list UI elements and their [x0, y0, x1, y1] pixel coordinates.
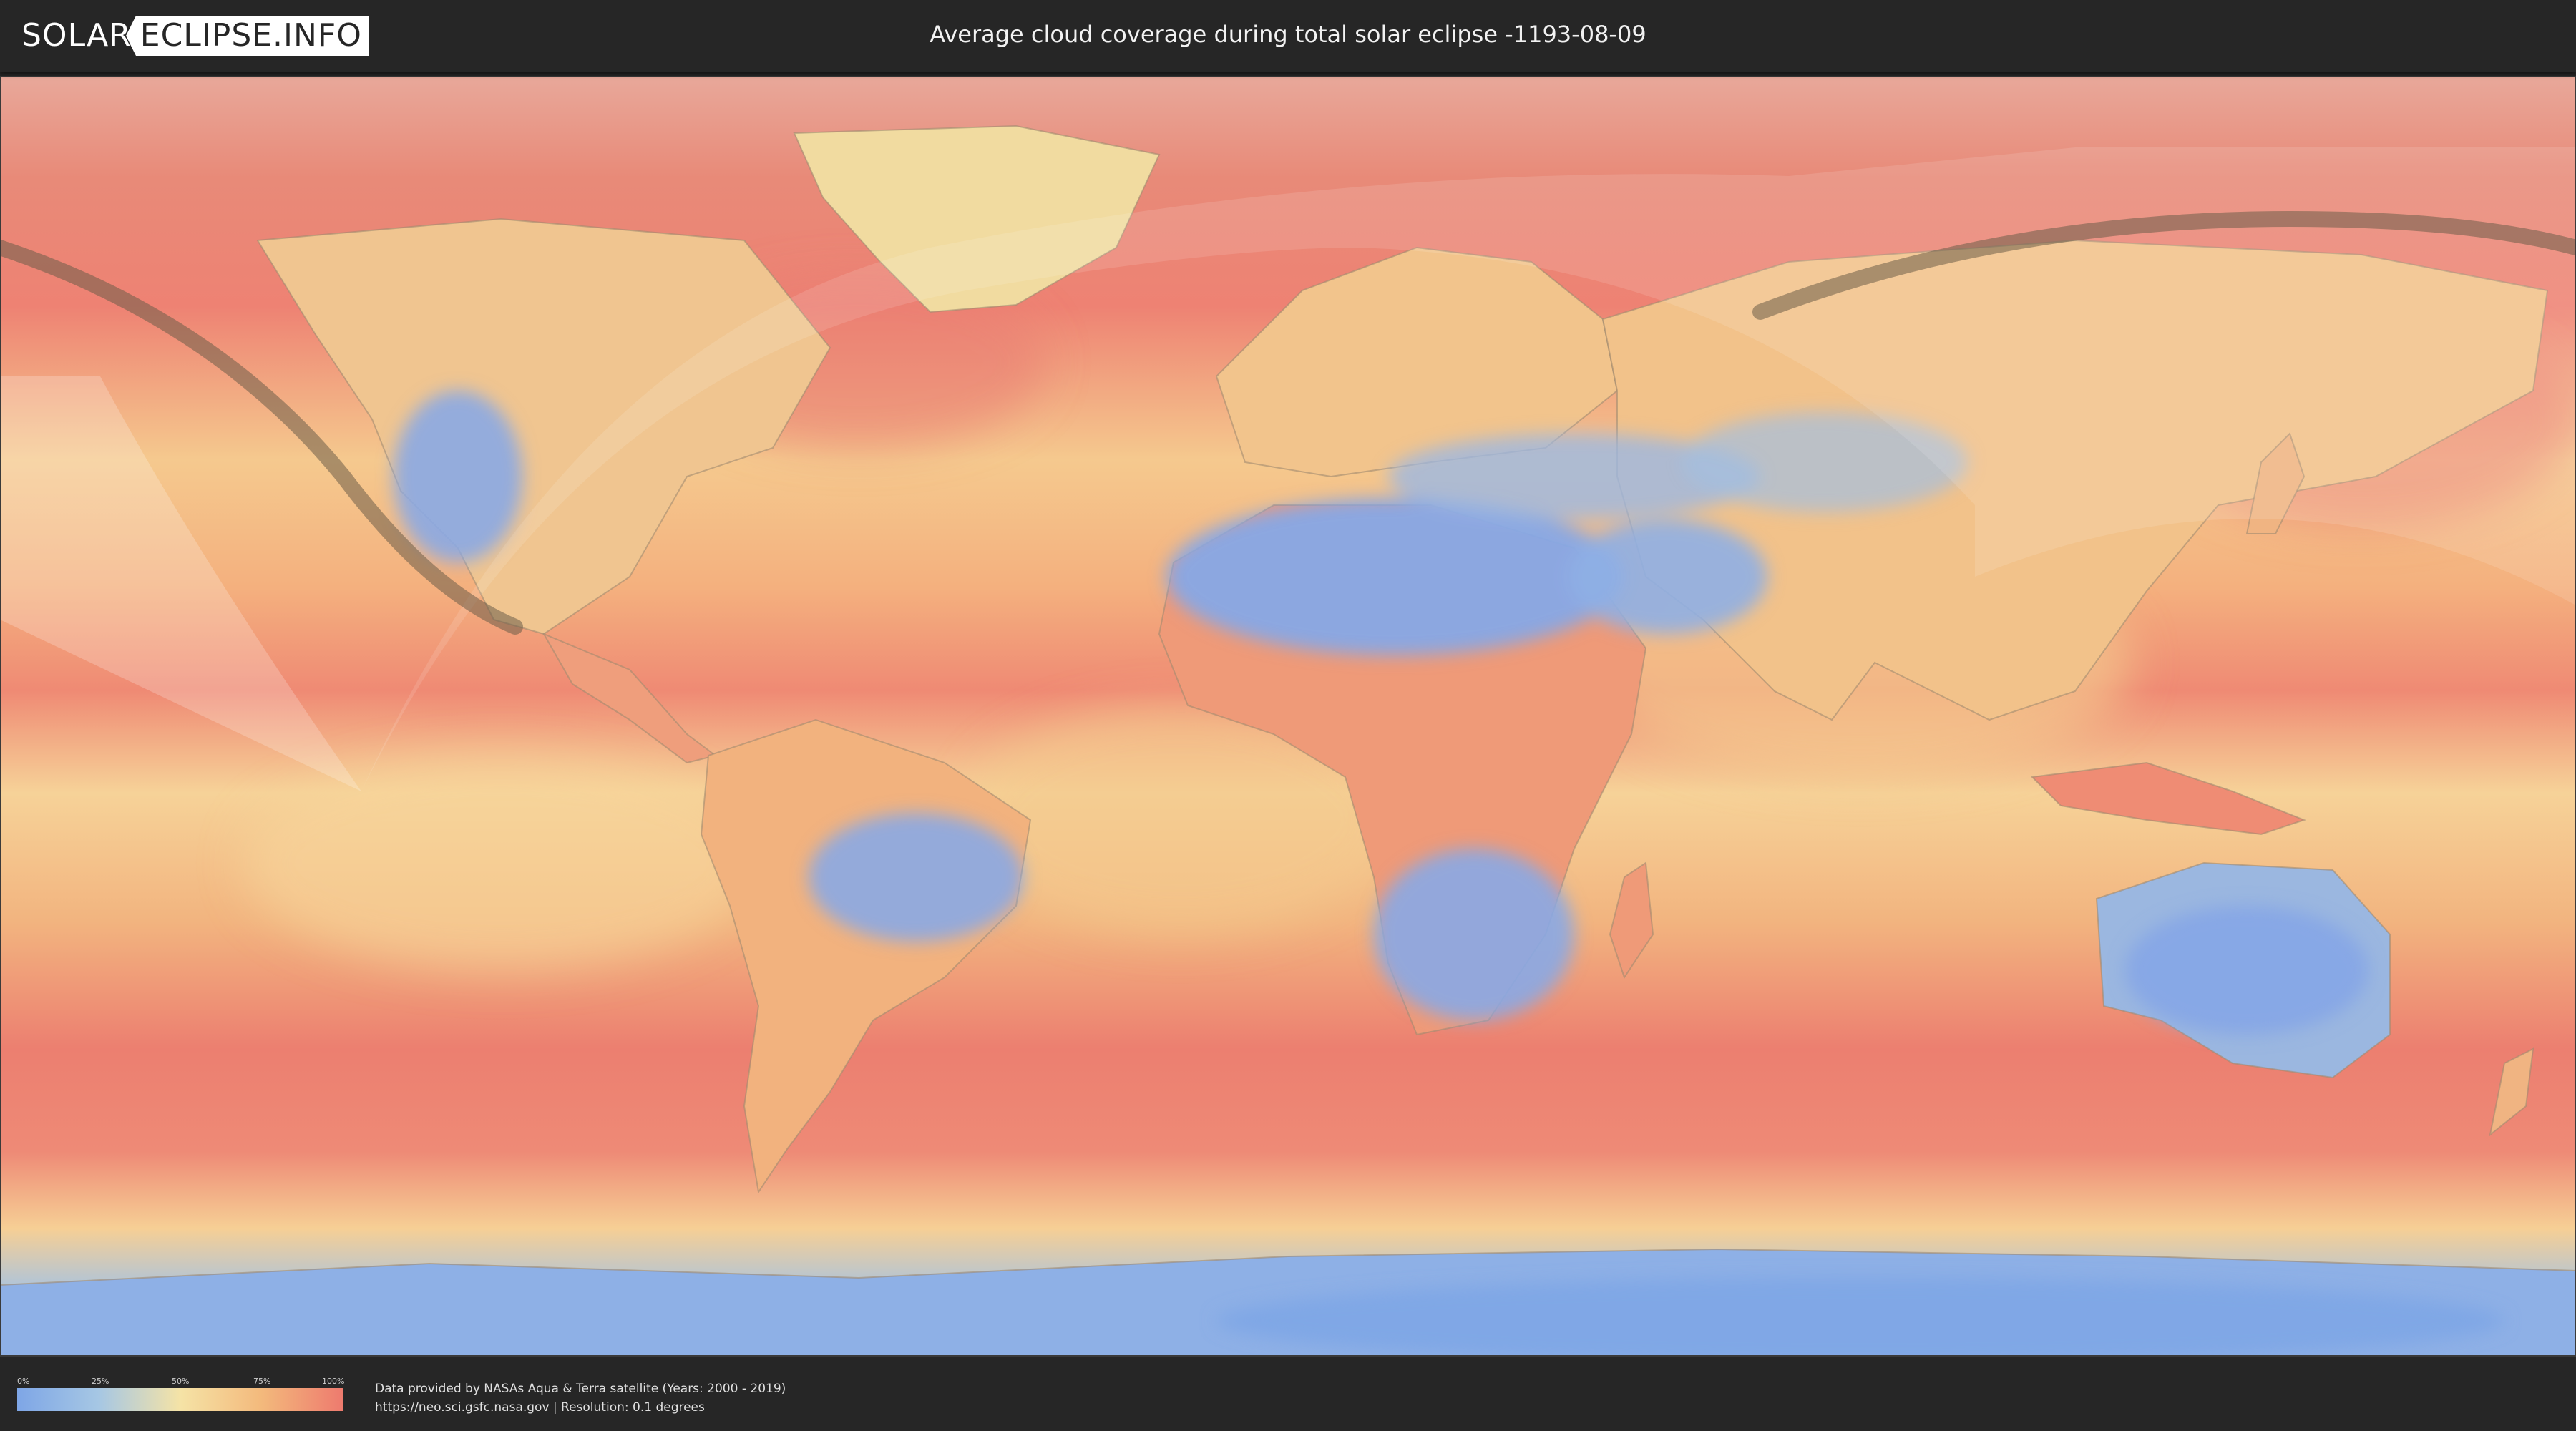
map-title: Average cloud coverage during total sola… [930, 21, 1646, 48]
footer-bar: 0% 25% 50% 75% 100% Data provided by NAS… [0, 1358, 2576, 1431]
legend-color-bar [17, 1388, 343, 1411]
cloud-coverage-map[interactable] [0, 76, 2576, 1357]
credits-source: Data provided by NASAs Aqua & Terra sate… [375, 1382, 786, 1396]
legend-tick-0: 0% [17, 1377, 30, 1386]
map-canvas [0, 76, 2576, 1357]
legend-tick-25: 25% [92, 1377, 109, 1386]
cloud-coverage-legend: 0% 25% 50% 75% 100% [17, 1377, 345, 1412]
data-credits: Data provided by NASAs Aqua & Terra sate… [375, 1379, 786, 1417]
legend-tick-100: 100% [322, 1377, 345, 1386]
credits-url[interactable]: https://neo.sci.gsfc.nasa.gov | Resoluti… [375, 1398, 786, 1417]
header-bar: SOLAR ECLIPSE.INFO Average cloud coverag… [0, 0, 2576, 72]
page: SOLAR ECLIPSE.INFO Average cloud coverag… [0, 0, 2576, 1431]
legend-tick-50: 50% [172, 1377, 190, 1386]
legend-tick-75: 75% [253, 1377, 271, 1386]
